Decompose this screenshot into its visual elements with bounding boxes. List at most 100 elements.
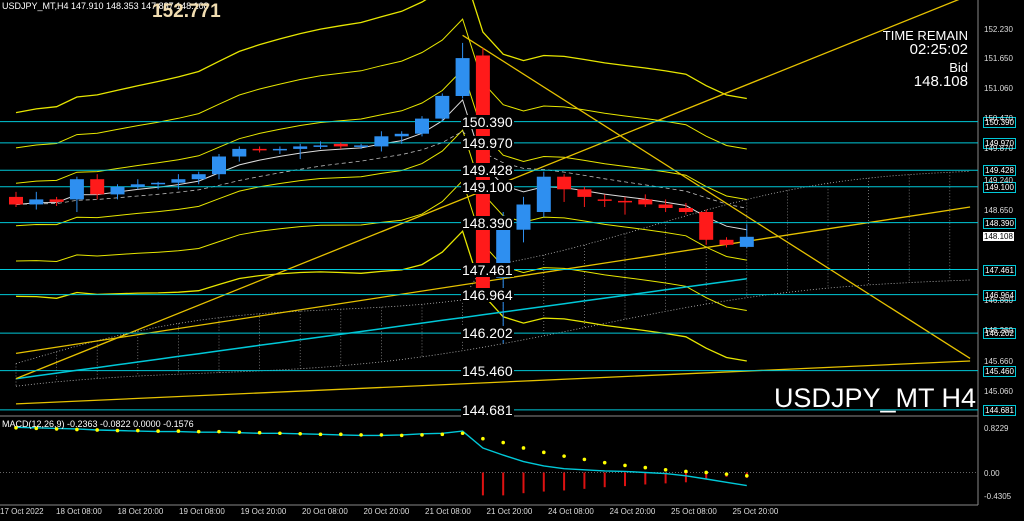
macd-signal-dot xyxy=(440,432,445,437)
macd-signal-dot xyxy=(704,470,708,475)
price-axis-label: 149.870 xyxy=(984,143,1013,153)
macd-signal-dot xyxy=(745,473,749,478)
symbol-timeframe-label: USDJPY_MT H4 xyxy=(773,383,976,413)
candle-body xyxy=(435,95,450,119)
macd-axis-label: 0.8229 xyxy=(984,423,1009,433)
macd-signal-dot xyxy=(420,433,424,437)
macd-signal-dot xyxy=(217,429,221,434)
candle-body xyxy=(110,186,125,195)
macd-signal-dot xyxy=(663,467,668,472)
axis-level-box: 147.461 xyxy=(983,264,1016,276)
level-label: 150.390 xyxy=(461,113,514,130)
candle-body xyxy=(618,200,632,203)
candle-body xyxy=(699,212,714,240)
candle-body xyxy=(272,148,287,151)
time-axis-label: 18 Oct 08:00 xyxy=(56,507,102,516)
candle-body xyxy=(293,146,308,149)
price-axis-label: 146.860 xyxy=(984,295,1013,305)
candle-body xyxy=(374,136,389,147)
price-axis-label: 148.650 xyxy=(984,205,1013,215)
candle-body xyxy=(638,199,653,205)
candle-body xyxy=(171,179,186,183)
macd-signal-dot xyxy=(237,430,242,434)
macd-signal-dot xyxy=(501,440,506,445)
macd-signal-dot xyxy=(602,460,607,465)
envelope-band xyxy=(15,229,747,362)
candle-body xyxy=(678,208,693,212)
time-axis-label: 21 Oct 08:00 xyxy=(425,507,471,516)
time-axis-label: 20 Oct 20:00 xyxy=(363,507,410,516)
macd-signal-dot xyxy=(399,433,404,438)
macd-signal-dot xyxy=(542,450,546,455)
candle-body xyxy=(232,148,247,157)
candle-body xyxy=(151,182,166,185)
price-axis-label: 152.230 xyxy=(984,24,1013,34)
macd-signal-dot xyxy=(156,429,160,433)
candle-body xyxy=(536,176,551,212)
big-price-label: 152.771 xyxy=(152,1,221,22)
ichimoku-cloud xyxy=(15,170,971,387)
macd-signal-dot xyxy=(318,432,323,437)
current-price-tag: 148.108 xyxy=(983,231,1014,241)
candle-body xyxy=(516,204,531,230)
candle-body xyxy=(313,145,328,147)
level-label: 149.428 xyxy=(461,162,514,179)
trendlines xyxy=(15,0,971,405)
candle-body xyxy=(739,236,754,247)
price-axis-label: 149.240 xyxy=(984,175,1013,185)
macd-signal-dot xyxy=(379,433,384,437)
candle-body xyxy=(354,145,369,147)
macd-signal-dot xyxy=(623,463,627,468)
macd-signal-dot xyxy=(115,428,120,433)
macd-signal-dot xyxy=(582,457,587,462)
candle-body xyxy=(415,118,429,134)
time-axis-label: 24 Oct 20:00 xyxy=(609,507,656,516)
price-axis-label: 151.060 xyxy=(984,83,1013,93)
candles xyxy=(9,42,754,344)
time-axis-label: 21 Oct 20:00 xyxy=(486,507,533,516)
macd-axis-label: -0.4305 xyxy=(984,491,1012,501)
candle-body xyxy=(69,179,84,200)
candle-body xyxy=(252,148,267,151)
macd-signal-dot xyxy=(481,436,485,441)
macd-signal-dot xyxy=(339,432,343,437)
level-label: 145.460 xyxy=(461,362,514,379)
level-label: 144.681 xyxy=(461,401,514,418)
moving-average xyxy=(15,98,747,231)
envelope-band xyxy=(15,0,747,114)
macd-signal-dot xyxy=(359,433,363,437)
candle-body xyxy=(29,199,44,205)
price-axis-label: 146.260 xyxy=(984,326,1013,336)
time-axis-label: 20 Oct 08:00 xyxy=(302,507,348,516)
candle-body xyxy=(577,189,592,197)
macd-signal-dot xyxy=(196,429,201,434)
time-remain-value: 02:25:02 xyxy=(909,41,968,58)
macd-panel xyxy=(0,426,978,496)
price-axis-label: 150.470 xyxy=(984,113,1013,123)
macd-signal-dot xyxy=(562,454,566,458)
candle-body xyxy=(90,179,105,195)
macd-axis-label: 0.00 xyxy=(984,468,1000,478)
envelope-bands xyxy=(15,0,747,380)
candle-body xyxy=(130,184,145,187)
time-axis-label: 17 Oct 2022 xyxy=(0,507,44,516)
level-label: 147.461 xyxy=(461,261,514,278)
time-axis-label: 19 Oct 08:00 xyxy=(179,507,225,516)
macd-signal-dot xyxy=(684,469,688,474)
macd-signal-dot xyxy=(278,431,282,436)
time-axis-label: 25 Oct 20:00 xyxy=(732,507,779,516)
axis-level-box: 149.428 xyxy=(983,165,1016,177)
level-label: 148.390 xyxy=(461,214,514,231)
chart-window[interactable]: USDJPY_MT,H4 147.910 148.353 147.887 148… xyxy=(0,0,1024,521)
candle-body xyxy=(191,174,206,180)
candle-body xyxy=(333,143,348,147)
price-axis-label: 145.060 xyxy=(984,386,1013,396)
price-axis-label: 151.650 xyxy=(984,54,1013,64)
envelope-band xyxy=(15,179,747,311)
axis-level-box: 148.390 xyxy=(983,217,1016,229)
macd-signal-dot xyxy=(257,430,262,435)
candle-body xyxy=(597,199,612,201)
candle-body xyxy=(719,239,734,245)
time-axis-label: 19 Oct 20:00 xyxy=(240,507,287,516)
time-axis-label: 25 Oct 08:00 xyxy=(671,507,717,516)
